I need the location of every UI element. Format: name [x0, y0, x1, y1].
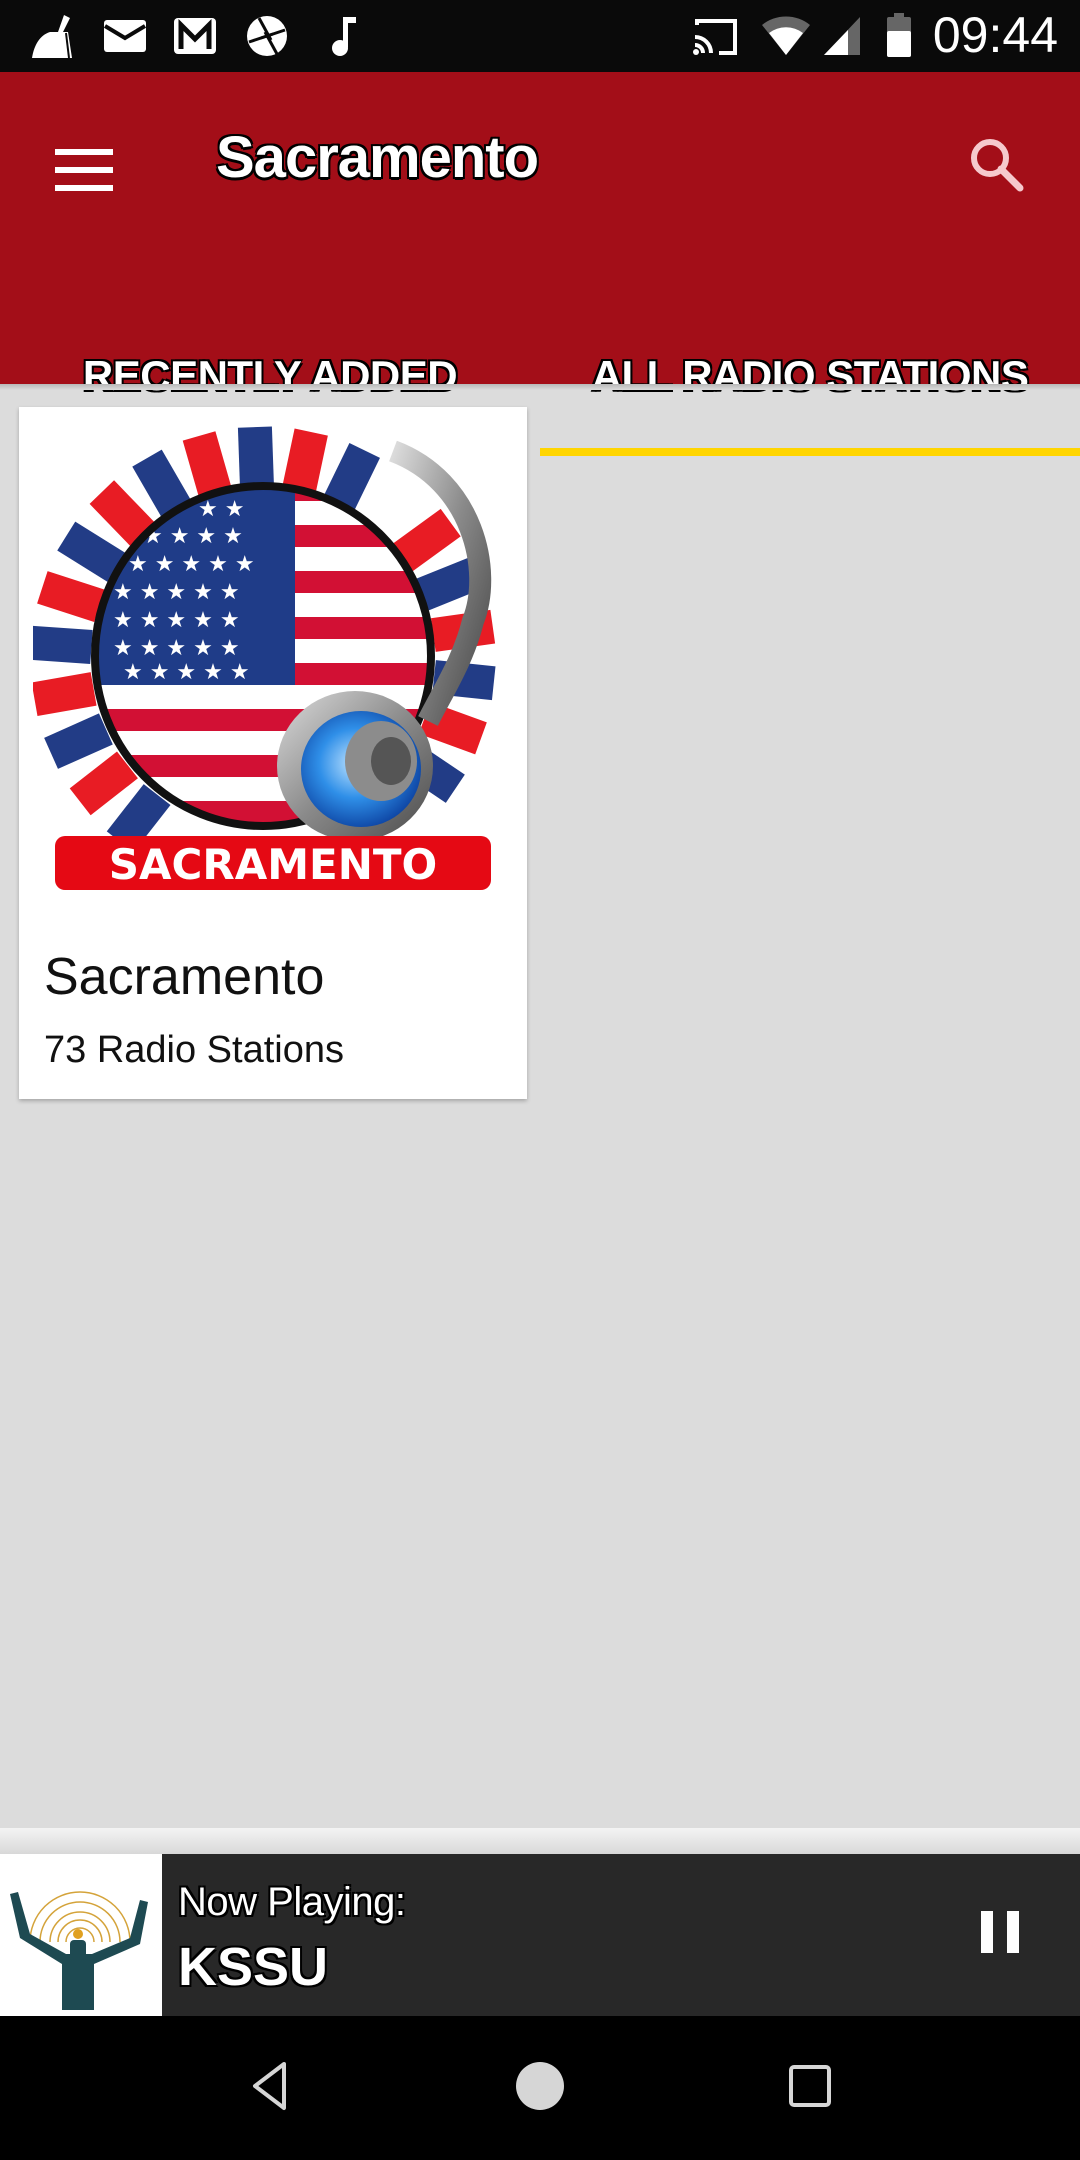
cleaner-broom-icon [30, 14, 80, 59]
now-playing-station: KSSU [178, 1937, 329, 1997]
music-note-icon [326, 14, 362, 58]
city-name: Sacramento [44, 948, 325, 1006]
system-nav-bar [0, 2016, 1080, 2160]
battery-icon [884, 13, 914, 58]
home-button[interactable] [490, 2038, 590, 2138]
svg-text:★ ★: ★ ★ [198, 497, 244, 522]
logo-banner-text: SACRAMENTO [109, 840, 437, 889]
status-time: 09:44 [932, 7, 1058, 63]
cell-signal-icon [820, 14, 864, 58]
now-playing-bar[interactable]: Now Playing: KSSU [0, 1854, 1080, 2016]
city-logo-image: ★ ★ ★ ★ ★ ★ ★ ★ ★ ★ ★ ★ ★ ★ ★ ★ ★ ★ ★ ★ … [30, 421, 513, 917]
now-playing-label: Now Playing: [178, 1880, 406, 1924]
svg-text:★ ★ ★ ★ ★: ★ ★ ★ ★ ★ [113, 580, 240, 605]
svg-text:★ ★ ★ ★ ★: ★ ★ ★ ★ ★ [128, 552, 255, 577]
home-icon [515, 2061, 565, 2116]
app-bar-shadow [0, 384, 1080, 390]
pause-button[interactable] [960, 1894, 1040, 1974]
tab-label: ALL RADIO STATIONS [591, 352, 1029, 399]
station-count: 73 Radio Stations [44, 1029, 344, 1071]
recents-button[interactable] [760, 2038, 860, 2138]
camera-aperture-icon [244, 14, 290, 58]
wifi-icon [760, 14, 812, 58]
station-logo [0, 1854, 162, 2016]
back-icon [250, 2061, 290, 2116]
player-divider [0, 1828, 1080, 1854]
status-bar: 09:44 [0, 0, 1080, 72]
pause-icon [979, 1909, 1021, 1960]
search-icon [968, 136, 1024, 197]
gmail-icon [172, 14, 218, 58]
app-bar: Sacramento RECENTLY ADDED ALL RADIO STAT… [0, 72, 1080, 456]
svg-text:★ ★ ★ ★ ★: ★ ★ ★ ★ ★ [113, 608, 240, 633]
tab-all-radio-stations[interactable]: ALL RADIO STATIONS [540, 308, 1080, 456]
back-button[interactable] [220, 2038, 320, 2138]
menu-button[interactable] [40, 128, 128, 216]
email-icon [102, 14, 148, 58]
page-title: Sacramento [216, 125, 539, 190]
city-card[interactable]: ★ ★ ★ ★ ★ ★ ★ ★ ★ ★ ★ ★ ★ ★ ★ ★ ★ ★ ★ ★ … [19, 407, 527, 1099]
hamburger-menu-icon [55, 148, 113, 196]
svg-text:★ ★ ★ ★ ★: ★ ★ ★ ★ ★ [113, 636, 240, 661]
tab-label: RECENTLY ADDED [82, 352, 458, 399]
cast-icon [690, 14, 740, 58]
recents-icon [788, 2064, 832, 2113]
search-button[interactable] [952, 122, 1040, 210]
svg-text:★ ★ ★ ★ ★: ★ ★ ★ ★ ★ [123, 660, 250, 685]
